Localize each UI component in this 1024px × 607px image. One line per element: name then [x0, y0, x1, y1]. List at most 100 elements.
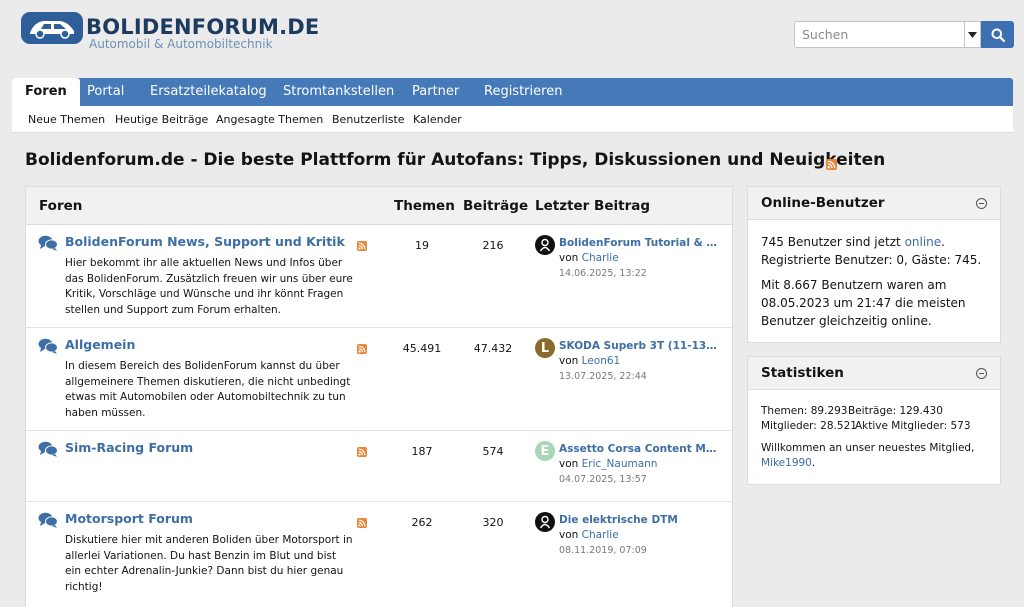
rss-icon[interactable] — [357, 339, 367, 358]
stat-mitglieder: Mitglieder: 28.521 — [761, 420, 857, 432]
forum-row: Motorsport Forum Diskutiere hier mit and… — [26, 502, 732, 607]
author-link[interactable]: Eric_Naumann — [582, 458, 658, 470]
discussion-icon — [38, 441, 58, 461]
author-link[interactable]: Charlie — [582, 252, 619, 264]
car-logo-icon — [21, 12, 83, 44]
tab-ersatzteilekatalog[interactable]: Ersatzteilekatalog — [150, 78, 267, 106]
col-beitraege: Beiträge — [463, 198, 529, 214]
last-post-date[interactable]: 04.07.2025, 13:57 — [559, 474, 647, 485]
search-input[interactable] — [794, 21, 964, 48]
by-label: von — [559, 252, 579, 264]
forum-description: Hier bekommt ihr alle aktuellen News und… — [65, 257, 353, 316]
caret-down-icon — [968, 31, 977, 38]
welcome-text: Willkommen an unser neuestes Mitglied, — [761, 442, 975, 454]
last-post-author: von Charlie — [559, 252, 619, 264]
last-post-date[interactable]: 14.06.2025, 13:22 — [559, 268, 647, 279]
stat-beitraege: Beiträge: 129.430 — [848, 405, 943, 417]
user-logo-icon — [539, 515, 551, 529]
rss-icon[interactable] — [357, 442, 367, 461]
subnav-neue-themen[interactable]: Neue Themen — [28, 113, 105, 126]
online-count-end: . — [941, 235, 945, 249]
last-post-author: von Leon61 — [559, 355, 620, 367]
newest-member-end: . — [811, 457, 816, 469]
statistics-widget: Statistiken Themen: 89.293 Beiträge: 129… — [747, 356, 1001, 485]
forum-row: Sim-Racing Forum 187 574 E Assetto Corsa… — [26, 431, 732, 502]
forum-title[interactable]: Sim-Racing Forum — [65, 440, 193, 455]
search-button[interactable] — [981, 21, 1014, 48]
by-label: von — [559, 355, 579, 367]
online-users-widget: Online-Benutzer 745 Benutzer sind jetzt … — [747, 186, 1001, 343]
forum-row: BolidenForum News, Support und Kritik Hi… — [26, 225, 732, 328]
tab-foren[interactable]: Foren — [12, 78, 80, 106]
subnav-kalender[interactable]: Kalender — [413, 113, 462, 126]
forum-table-header: Foren Themen Beiträge Letzter Beitrag — [26, 187, 732, 225]
subnav-angesagte-themen[interactable]: Angesagte Themen — [216, 113, 323, 126]
col-letzter-beitrag: Letzter Beitrag — [535, 198, 650, 214]
rss-icon[interactable] — [826, 155, 837, 174]
beitraege-count: 47.432 — [473, 342, 513, 355]
collapse-icon[interactable] — [976, 368, 987, 379]
forum-title[interactable]: Motorsport Forum — [65, 511, 193, 526]
discussion-icon — [38, 338, 58, 358]
page-title: Bolidenforum.de - Die beste Plattform fü… — [25, 150, 886, 170]
last-post-author: von Eric_Naumann — [559, 458, 657, 470]
themen-count: 19 — [415, 239, 429, 252]
col-themen: Themen — [394, 198, 455, 214]
sub-nav: Neue Themen Heutige Beiträge Angesagte T… — [12, 106, 1013, 133]
discussion-icon — [38, 512, 58, 532]
author-link[interactable]: Charlie — [582, 529, 619, 541]
newest-member-link[interactable]: Mike1990 — [761, 457, 812, 469]
widget-header: Statistiken — [748, 357, 1000, 390]
forum-description: Diskutiere hier mit anderen Boliden über… — [65, 534, 353, 593]
last-post-date[interactable]: 13.07.2025, 22:44 — [559, 371, 647, 382]
tab-registrieren[interactable]: Registrieren — [484, 78, 562, 106]
site-tagline: Automobil & Automobiltechnik — [89, 37, 273, 51]
rss-icon[interactable] — [357, 236, 367, 255]
avatar[interactable] — [535, 512, 555, 532]
main-nav: Foren Portal Ersatzteilekatalog Stromtan… — [12, 78, 1013, 106]
last-post-title[interactable]: SKODA Superb 3T (11-13) Schal... — [559, 340, 721, 352]
themen-count: 187 — [411, 445, 433, 458]
site-brand: BOLIDENFORUM.DE — [86, 15, 320, 39]
last-post-date[interactable]: 08.11.2019, 07:09 — [559, 545, 647, 556]
online-link[interactable]: online — [905, 235, 942, 249]
stat-themen: Themen: 89.293 — [761, 405, 848, 417]
widget-title: Statistiken — [761, 365, 844, 381]
search-box — [794, 21, 1014, 48]
avatar[interactable] — [535, 235, 555, 255]
collapse-icon[interactable] — [976, 198, 987, 209]
tab-stromtankstellen[interactable]: Stromtankstellen — [283, 78, 394, 106]
record-online-text: Mit 8.667 Benutzern waren am 08.05.2023 … — [761, 278, 966, 328]
online-count-text: 745 Benutzer sind jetzt online. — [761, 233, 991, 251]
last-post-title[interactable]: BolidenForum Tutorial & Hilfe ... — [559, 237, 721, 249]
tab-portal[interactable]: Portal — [87, 78, 124, 106]
user-logo-icon — [539, 238, 551, 252]
subnav-benutzerliste[interactable]: Benutzerliste — [332, 113, 405, 126]
discussion-icon — [38, 235, 58, 255]
themen-count: 45.491 — [402, 342, 442, 355]
last-post-title[interactable]: Assetto Corsa Content Manag... — [559, 443, 721, 455]
online-count-label: 745 Benutzer sind jetzt — [761, 235, 901, 249]
author-link[interactable]: Leon61 — [582, 355, 621, 367]
forum-row: Allgemein In diesem Bereich des BolidenF… — [26, 328, 732, 431]
by-label: von — [559, 458, 579, 470]
subnav-heutige-beitraege[interactable]: Heutige Beiträge — [115, 113, 208, 126]
widget-header: Online-Benutzer — [748, 187, 1000, 220]
rss-icon[interactable] — [357, 513, 367, 532]
beitraege-count: 320 — [482, 516, 504, 529]
search-icon — [991, 28, 1005, 42]
stat-aktive-mitglieder: Aktive Mitglieder: 573 — [855, 420, 971, 432]
last-post-title[interactable]: Die elektrische DTM — [559, 514, 721, 526]
search-options-dropdown[interactable] — [964, 21, 981, 48]
tab-partner[interactable]: Partner — [412, 78, 459, 106]
last-post-author: von Charlie — [559, 529, 619, 541]
beitraege-count: 216 — [482, 239, 504, 252]
by-label: von — [559, 529, 579, 541]
forum-table: Foren Themen Beiträge Letzter Beitrag Bo… — [25, 186, 733, 607]
forum-description: In diesem Bereich des BolidenForum kanns… — [65, 360, 351, 419]
forum-title[interactable]: BolidenForum News, Support und Kritik — [65, 234, 345, 249]
avatar[interactable]: E — [535, 441, 555, 461]
site-logo[interactable]: BOLIDENFORUM.DE Automobil & Automobiltec… — [20, 11, 319, 51]
avatar[interactable]: L — [535, 338, 555, 358]
forum-title[interactable]: Allgemein — [65, 337, 135, 352]
